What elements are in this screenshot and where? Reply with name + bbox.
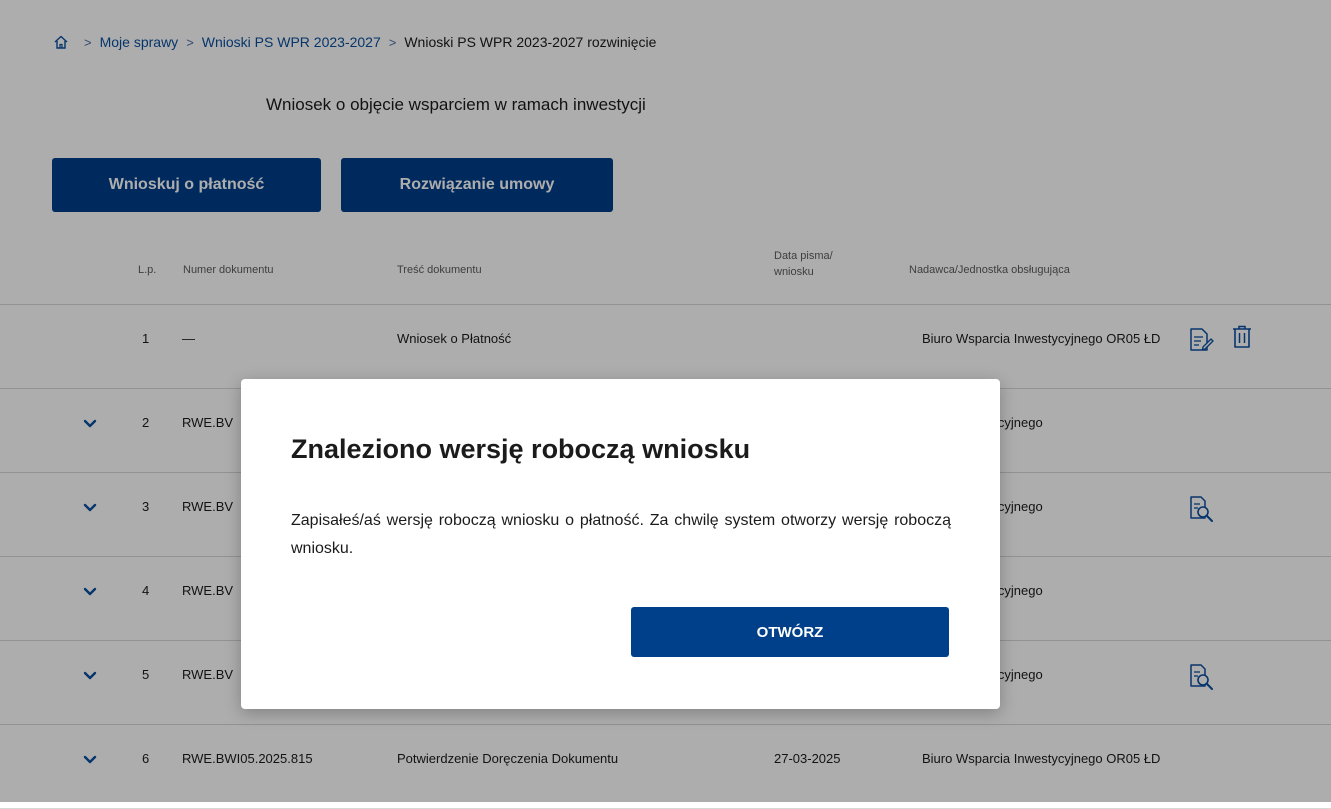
dialog-title: Znaleziono wersję roboczą wniosku bbox=[291, 434, 751, 464]
dialog-message: Zapisałeś/aś wersję roboczą wniosku o pł… bbox=[291, 512, 951, 557]
draft-found-dialog: Znaleziono wersję roboczą wniosku Zapisa… bbox=[241, 379, 1000, 709]
open-draft-button[interactable]: OTWÓRZ bbox=[631, 607, 949, 657]
